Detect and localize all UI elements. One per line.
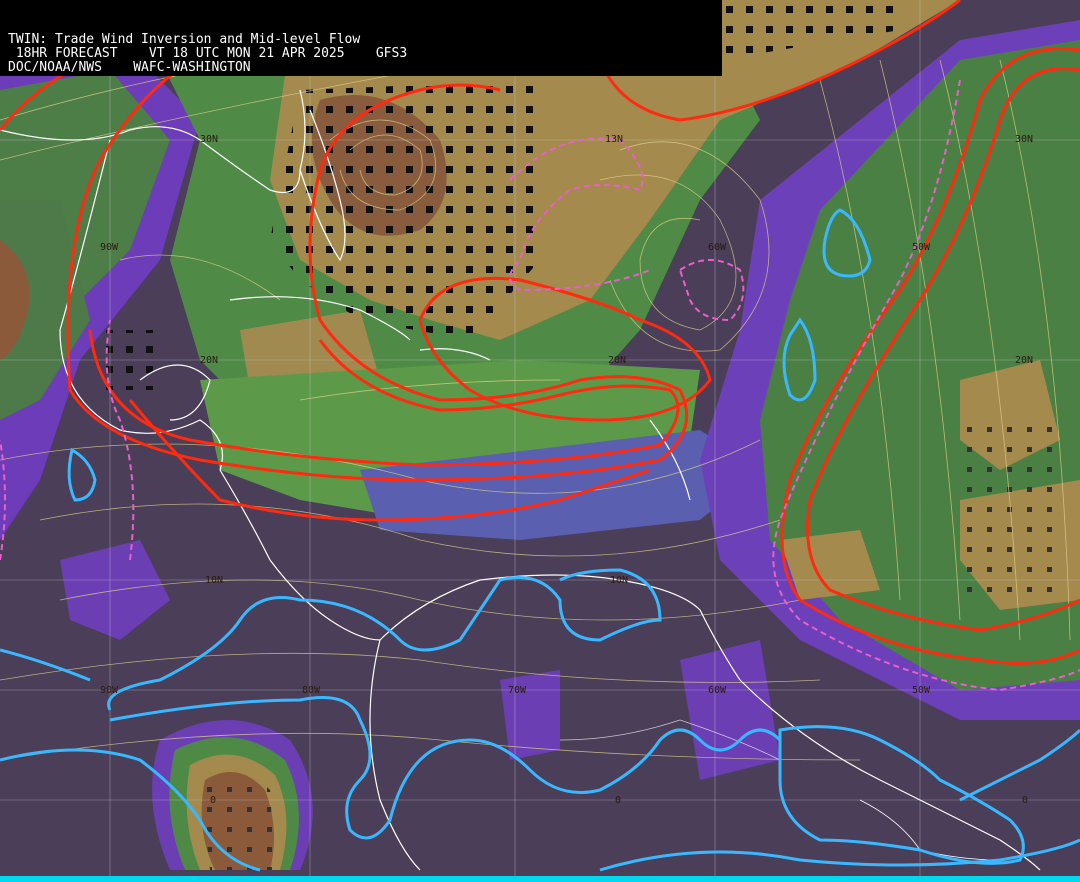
- header-source: DOC/NOAA/NWS WAFC-WASHINGTON: [8, 60, 251, 75]
- stipple-right: [960, 420, 1060, 600]
- bottom-border: [0, 876, 1080, 882]
- stipple-bottom-blob: [200, 772, 275, 870]
- label-20n-right: 20N: [1015, 355, 1033, 366]
- label-10n-mid: 10N: [610, 575, 628, 586]
- label-90w-bottom: 90W: [100, 685, 119, 696]
- label-20n-left: 20N: [200, 355, 218, 366]
- label-30n-right: 30N: [1015, 134, 1033, 145]
- label-10n: 10N: [205, 575, 223, 586]
- label-13n: 13N: [605, 134, 623, 145]
- weather-map: 30N 30N 20N 20N 20N 10N 10N 0 0 0 90W 90…: [0, 0, 1080, 882]
- label-70w: 70W: [508, 685, 527, 696]
- label-20n-mid: 20N: [608, 355, 626, 366]
- label-0-left: 0: [210, 795, 216, 806]
- header-forecast-time: 18HR FORECAST VT 18 UTC MON 21 APR 2025 …: [8, 46, 408, 61]
- label-50w-top: 50W: [912, 242, 931, 253]
- label-30n-left: 30N: [200, 134, 218, 145]
- label-0-right: 0: [1022, 795, 1028, 806]
- label-90w-top: 90W: [100, 242, 119, 253]
- label-50w-bottom: 50W: [912, 685, 931, 696]
- chart-header: TWIN: Trade Wind Inversion and Mid-level…: [0, 0, 722, 76]
- label-80w: 80W: [302, 685, 321, 696]
- label-60w-top: 60W: [708, 242, 727, 253]
- label-0-mid: 0: [615, 795, 621, 806]
- label-60w-bottom: 60W: [708, 685, 727, 696]
- header-title: TWIN: Trade Wind Inversion and Mid-level…: [8, 32, 361, 47]
